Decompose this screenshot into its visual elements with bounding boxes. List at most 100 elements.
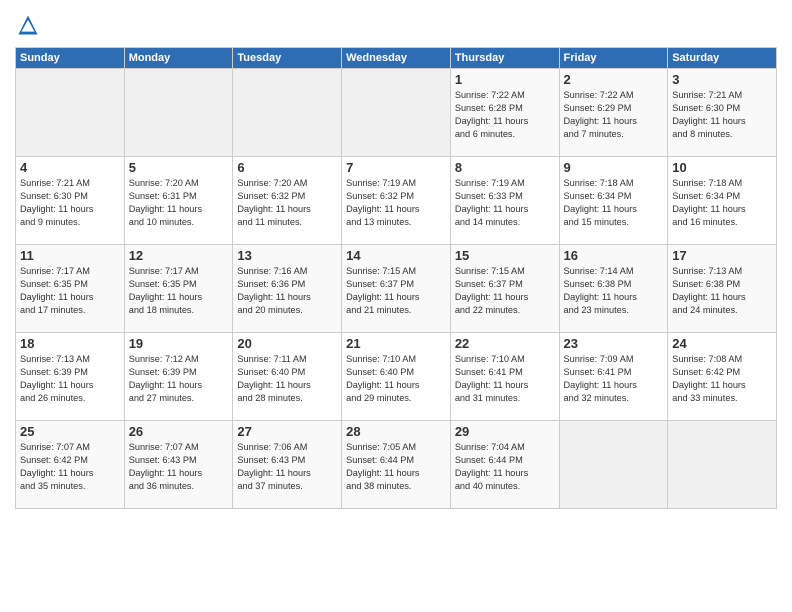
day-info: Sunrise: 7:20 AM Sunset: 6:31 PM Dayligh… xyxy=(129,177,229,229)
calendar-cell: 1 Sunrise: 7:22 AM Sunset: 6:28 PM Daylig… xyxy=(450,69,559,157)
calendar-cell: 28Sunrise: 7:05 AM Sunset: 6:44 PM Dayli… xyxy=(342,421,451,509)
day-number: 23 xyxy=(564,336,664,351)
calendar-cell: 12Sunrise: 7:17 AM Sunset: 6:35 PM Dayli… xyxy=(124,245,233,333)
calendar-cell: 7 Sunrise: 7:19 AM Sunset: 6:32 PM Daylig… xyxy=(342,157,451,245)
calendar-cell: 11 Sunrise: 7:17 AM Sunset: 6:35 PM Dayli… xyxy=(16,245,125,333)
day-number: 16 xyxy=(564,248,664,263)
day-info: Sunrise: 7:19 AM Sunset: 6:33 PM Dayligh… xyxy=(455,177,555,229)
day-number: 22 xyxy=(455,336,555,351)
calendar-week-2: 11 Sunrise: 7:17 AM Sunset: 6:35 PM Dayli… xyxy=(16,245,777,333)
day-number: 14 xyxy=(346,248,446,263)
day-info: Sunrise: 7:04 AM Sunset: 6:44 PM Dayligh… xyxy=(455,441,555,493)
day-number: 2 xyxy=(564,72,664,87)
day-number: 10 xyxy=(672,160,772,175)
calendar-cell: 9 Sunrise: 7:18 AM Sunset: 6:34 PM Daylig… xyxy=(559,157,668,245)
calendar-cell: 25 Sunrise: 7:07 AM Sunset: 6:42 PM Dayli… xyxy=(16,421,125,509)
day-info: Sunrise: 7:22 AM Sunset: 6:29 PM Dayligh… xyxy=(564,89,664,141)
calendar-cell: 15 Sunrise: 7:15 AM Sunset: 6:37 PM Dayli… xyxy=(450,245,559,333)
day-info: Sunrise: 7:07 AM Sunset: 6:43 PM Dayligh… xyxy=(129,441,229,493)
day-info: Sunrise: 7:05 AM Sunset: 6:44 PM Dayligh… xyxy=(346,441,446,493)
calendar-cell: 3 Sunrise: 7:21 AM Sunset: 6:30 PM Daylig… xyxy=(668,69,777,157)
calendar-header-monday: Monday xyxy=(124,48,233,69)
calendar-header-saturday: Saturday xyxy=(668,48,777,69)
day-info: Sunrise: 7:17 AM Sunset: 6:35 PM Dayligh… xyxy=(20,265,120,317)
page: SundayMondayTuesdayWednesdayThursdayFrid… xyxy=(0,0,792,612)
day-info: Sunrise: 7:09 AM Sunset: 6:41 PM Dayligh… xyxy=(564,353,664,405)
day-info: Sunrise: 7:13 AM Sunset: 6:39 PM Dayligh… xyxy=(20,353,120,405)
day-info: Sunrise: 7:11 AM Sunset: 6:40 PM Dayligh… xyxy=(237,353,337,405)
calendar-week-3: 18 Sunrise: 7:13 AM Sunset: 6:39 PM Dayli… xyxy=(16,333,777,421)
calendar-cell xyxy=(559,421,668,509)
calendar-header-wednesday: Wednesday xyxy=(342,48,451,69)
calendar-cell: 5 Sunrise: 7:20 AM Sunset: 6:31 PM Daylig… xyxy=(124,157,233,245)
calendar-cell: 17Sunrise: 7:13 AM Sunset: 6:38 PM Dayli… xyxy=(668,245,777,333)
day-number: 9 xyxy=(564,160,664,175)
day-number: 21 xyxy=(346,336,446,351)
calendar-cell: 14 Sunrise: 7:15 AM Sunset: 6:37 PM Dayli… xyxy=(342,245,451,333)
calendar-cell xyxy=(342,69,451,157)
calendar-week-4: 25 Sunrise: 7:07 AM Sunset: 6:42 PM Dayli… xyxy=(16,421,777,509)
calendar-cell: 4 Sunrise: 7:21 AM Sunset: 6:30 PM Daylig… xyxy=(16,157,125,245)
calendar: SundayMondayTuesdayWednesdayThursdayFrid… xyxy=(15,47,777,509)
logo-icon xyxy=(17,14,39,36)
day-number: 15 xyxy=(455,248,555,263)
day-info: Sunrise: 7:07 AM Sunset: 6:42 PM Dayligh… xyxy=(20,441,120,493)
day-number: 24 xyxy=(672,336,772,351)
day-info: Sunrise: 7:21 AM Sunset: 6:30 PM Dayligh… xyxy=(20,177,120,229)
day-info: Sunrise: 7:22 AM Sunset: 6:28 PM Dayligh… xyxy=(455,89,555,141)
day-number: 25 xyxy=(20,424,120,439)
day-info: Sunrise: 7:08 AM Sunset: 6:42 PM Dayligh… xyxy=(672,353,772,405)
day-info: Sunrise: 7:19 AM Sunset: 6:32 PM Dayligh… xyxy=(346,177,446,229)
day-info: Sunrise: 7:10 AM Sunset: 6:40 PM Dayligh… xyxy=(346,353,446,405)
day-number: 3 xyxy=(672,72,772,87)
day-info: Sunrise: 7:12 AM Sunset: 6:39 PM Dayligh… xyxy=(129,353,229,405)
day-number: 26 xyxy=(129,424,229,439)
day-number: 7 xyxy=(346,160,446,175)
day-info: Sunrise: 7:15 AM Sunset: 6:37 PM Dayligh… xyxy=(346,265,446,317)
calendar-cell: 26 Sunrise: 7:07 AM Sunset: 6:43 PM Dayli… xyxy=(124,421,233,509)
calendar-cell: 20 Sunrise: 7:11 AM Sunset: 6:40 PM Dayli… xyxy=(233,333,342,421)
calendar-week-0: 1 Sunrise: 7:22 AM Sunset: 6:28 PM Daylig… xyxy=(16,69,777,157)
calendar-header-sunday: Sunday xyxy=(16,48,125,69)
calendar-cell xyxy=(16,69,125,157)
day-info: Sunrise: 7:14 AM Sunset: 6:38 PM Dayligh… xyxy=(564,265,664,317)
day-number: 13 xyxy=(237,248,337,263)
calendar-cell: 6Sunrise: 7:20 AM Sunset: 6:32 PM Daylig… xyxy=(233,157,342,245)
day-number: 20 xyxy=(237,336,337,351)
day-info: Sunrise: 7:16 AM Sunset: 6:36 PM Dayligh… xyxy=(237,265,337,317)
calendar-cell: 8Sunrise: 7:19 AM Sunset: 6:33 PM Daylig… xyxy=(450,157,559,245)
day-number: 19 xyxy=(129,336,229,351)
day-info: Sunrise: 7:17 AM Sunset: 6:35 PM Dayligh… xyxy=(129,265,229,317)
calendar-cell: 16 Sunrise: 7:14 AM Sunset: 6:38 PM Dayli… xyxy=(559,245,668,333)
day-info: Sunrise: 7:18 AM Sunset: 6:34 PM Dayligh… xyxy=(564,177,664,229)
day-number: 5 xyxy=(129,160,229,175)
day-number: 27 xyxy=(237,424,337,439)
calendar-cell: 27Sunrise: 7:06 AM Sunset: 6:43 PM Dayli… xyxy=(233,421,342,509)
day-info: Sunrise: 7:10 AM Sunset: 6:41 PM Dayligh… xyxy=(455,353,555,405)
header xyxy=(15,10,777,41)
day-info: Sunrise: 7:21 AM Sunset: 6:30 PM Dayligh… xyxy=(672,89,772,141)
calendar-cell: 19 Sunrise: 7:12 AM Sunset: 6:39 PM Dayli… xyxy=(124,333,233,421)
calendar-cell: 24 Sunrise: 7:08 AM Sunset: 6:42 PM Dayli… xyxy=(668,333,777,421)
calendar-cell: 13 Sunrise: 7:16 AM Sunset: 6:36 PM Dayli… xyxy=(233,245,342,333)
day-info: Sunrise: 7:18 AM Sunset: 6:34 PM Dayligh… xyxy=(672,177,772,229)
calendar-cell xyxy=(124,69,233,157)
calendar-cell: 23 Sunrise: 7:09 AM Sunset: 6:41 PM Dayli… xyxy=(559,333,668,421)
calendar-header-row: SundayMondayTuesdayWednesdayThursdayFrid… xyxy=(16,48,777,69)
calendar-header-thursday: Thursday xyxy=(450,48,559,69)
calendar-header-tuesday: Tuesday xyxy=(233,48,342,69)
day-number: 29 xyxy=(455,424,555,439)
logo xyxy=(15,14,39,41)
calendar-cell: 2 Sunrise: 7:22 AM Sunset: 6:29 PM Daylig… xyxy=(559,69,668,157)
calendar-cell: 10 Sunrise: 7:18 AM Sunset: 6:34 PM Dayli… xyxy=(668,157,777,245)
calendar-cell: 29 Sunrise: 7:04 AM Sunset: 6:44 PM Dayli… xyxy=(450,421,559,509)
day-number: 11 xyxy=(20,248,120,263)
day-number: 4 xyxy=(20,160,120,175)
day-info: Sunrise: 7:13 AM Sunset: 6:38 PM Dayligh… xyxy=(672,265,772,317)
day-number: 1 xyxy=(455,72,555,87)
calendar-cell: 18 Sunrise: 7:13 AM Sunset: 6:39 PM Dayli… xyxy=(16,333,125,421)
day-info: Sunrise: 7:15 AM Sunset: 6:37 PM Dayligh… xyxy=(455,265,555,317)
calendar-cell: 21 Sunrise: 7:10 AM Sunset: 6:40 PM Dayli… xyxy=(342,333,451,421)
calendar-header-friday: Friday xyxy=(559,48,668,69)
day-number: 18 xyxy=(20,336,120,351)
